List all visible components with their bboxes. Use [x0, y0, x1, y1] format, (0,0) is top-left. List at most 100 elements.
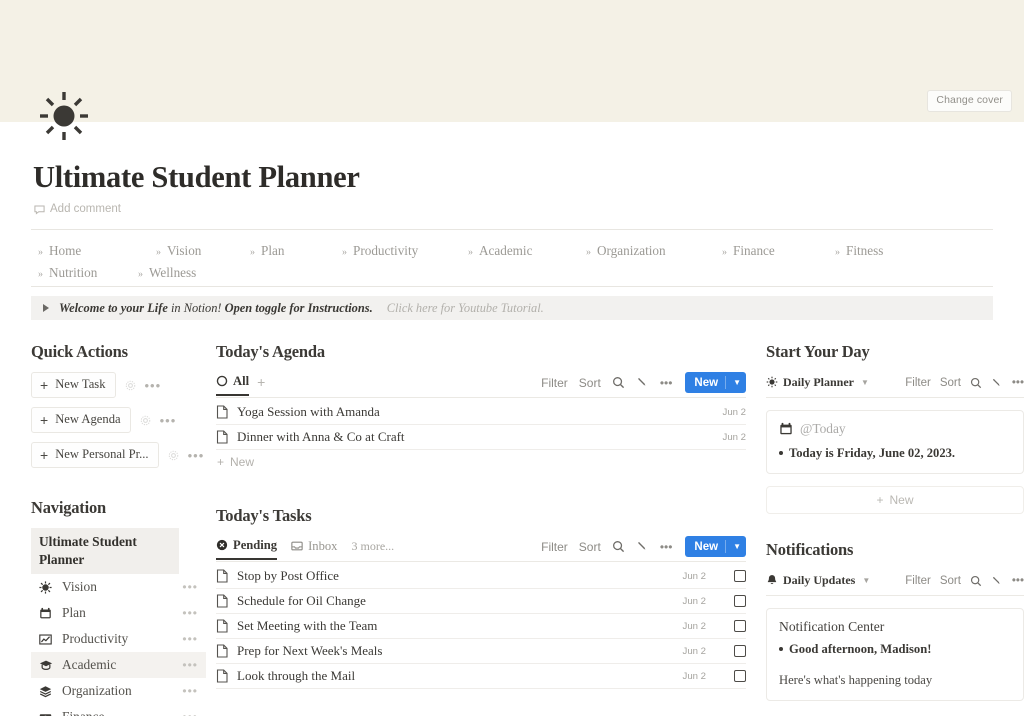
- sort-button[interactable]: Sort: [940, 377, 961, 389]
- instructions-callout[interactable]: Welcome to your Life in Notion! Open tog…: [31, 296, 993, 320]
- search-icon[interactable]: [970, 575, 982, 587]
- notification-greeting-line: Good afternoon, Madison!: [779, 642, 1011, 657]
- search-icon[interactable]: [612, 376, 625, 389]
- filter-button[interactable]: Filter: [541, 376, 568, 390]
- row-checkbox[interactable]: [734, 620, 746, 632]
- chevron-down-icon[interactable]: ▼: [733, 542, 741, 551]
- automation-icon[interactable]: [991, 575, 1003, 587]
- nav-link-plan[interactable]: » Plan: [236, 240, 328, 262]
- nav-link-label: Vision: [167, 243, 202, 258]
- page-title[interactable]: Ultimate Student Planner: [33, 160, 360, 195]
- add-view-icon[interactable]: +: [257, 374, 265, 395]
- nav-link-fitness[interactable]: » Fitness: [821, 240, 921, 262]
- chevron-down-icon[interactable]: ▼: [733, 378, 741, 387]
- filter-button[interactable]: Filter: [905, 377, 931, 389]
- sidebar-item-productivity[interactable]: Productivity •••: [31, 626, 206, 652]
- add-comment-button[interactable]: Add comment: [34, 203, 121, 215]
- add-comment-label: Add comment: [50, 203, 121, 215]
- automation-icon[interactable]: [636, 540, 649, 553]
- chevron-down-icon[interactable]: ▼: [861, 378, 869, 387]
- navigation-title: Navigation: [31, 498, 107, 517]
- nav-link-wellness[interactable]: » Wellness: [124, 262, 224, 284]
- more-options-icon[interactable]: •••: [182, 710, 198, 716]
- row-name: Yoga Session with Amanda: [237, 404, 380, 419]
- more-options-icon[interactable]: •••: [660, 376, 673, 390]
- start-your-day-title: Start Your Day: [766, 342, 870, 361]
- new-agenda-button[interactable]: + New Agenda: [31, 407, 131, 433]
- more-options-icon[interactable]: •••: [182, 580, 198, 594]
- sidebar-item-plan[interactable]: Plan •••: [31, 600, 206, 626]
- new-agenda-entry-button[interactable]: New ▼: [685, 372, 746, 393]
- more-options-icon[interactable]: •••: [182, 606, 198, 620]
- row-checkbox[interactable]: [734, 670, 746, 682]
- more-views-button[interactable]: 3 more...: [351, 539, 394, 559]
- table-row[interactable]: Schedule for Oil Change Jun 2: [216, 589, 746, 614]
- new-personal-project-button[interactable]: + New Personal Pr...: [31, 442, 159, 468]
- agenda-title: Today's Agenda: [216, 342, 325, 361]
- nav-link-academic[interactable]: » Academic: [454, 240, 572, 262]
- change-cover-button[interactable]: Change cover: [927, 90, 1012, 112]
- callout-bold-1: Welcome to your Life: [59, 300, 168, 315]
- sort-button[interactable]: Sort: [579, 540, 601, 554]
- table-row[interactable]: Yoga Session with Amanda Jun 2: [216, 400, 746, 425]
- youtube-tutorial-link[interactable]: Click here for Youtube Tutorial.: [387, 301, 544, 316]
- more-options-icon[interactable]: •••: [160, 414, 177, 427]
- sun-icon[interactable]: [36, 88, 92, 144]
- sort-button[interactable]: Sort: [579, 376, 601, 390]
- sidebar-item-finance[interactable]: Finance •••: [31, 704, 206, 716]
- gear-icon[interactable]: [140, 415, 151, 426]
- table-row[interactable]: Set Meeting with the Team Jun 2: [216, 614, 746, 639]
- more-options-icon[interactable]: •••: [182, 684, 198, 698]
- table-row[interactable]: Prep for Next Week's Meals Jun 2: [216, 639, 746, 664]
- today-card-line: Today is Friday, June 02, 2023.: [779, 446, 1011, 461]
- gear-icon[interactable]: [168, 450, 179, 461]
- table-row[interactable]: Look through the Mail Jun 2: [216, 664, 746, 689]
- filter-button[interactable]: Filter: [905, 575, 931, 587]
- daily-planner-new-button[interactable]: + New: [766, 486, 1024, 514]
- inbox-icon: [291, 540, 303, 552]
- nav-link-productivity[interactable]: » Productivity: [328, 240, 454, 262]
- sidebar-item-current-page[interactable]: Ultimate Student Planner: [31, 528, 179, 575]
- nav-link-organization[interactable]: » Organization: [572, 240, 708, 262]
- search-icon[interactable]: [970, 377, 982, 389]
- new-task-entry-button[interactable]: New ▼: [685, 536, 746, 557]
- sort-button[interactable]: Sort: [940, 575, 961, 587]
- sidebar-item-academic[interactable]: Academic •••: [31, 652, 206, 679]
- row-checkbox[interactable]: [734, 645, 746, 657]
- row-checkbox[interactable]: [734, 570, 746, 582]
- sidebar-item-organization[interactable]: Organization •••: [31, 678, 206, 704]
- tab-all[interactable]: All: [216, 374, 250, 396]
- more-options-icon[interactable]: •••: [188, 449, 205, 462]
- table-row[interactable]: Dinner with Anna & Co at Craft Jun 2: [216, 425, 746, 450]
- notification-center-card[interactable]: Notification Center Good afternoon, Madi…: [766, 608, 1024, 701]
- more-options-icon[interactable]: •••: [182, 632, 198, 646]
- search-icon[interactable]: [612, 540, 625, 553]
- new-task-button[interactable]: + New Task: [31, 372, 116, 398]
- view-daily-updates[interactable]: Daily Updates ▼: [766, 573, 870, 593]
- table-row[interactable]: Stop by Post Office Jun 2: [216, 564, 746, 589]
- more-options-icon[interactable]: •••: [182, 658, 198, 672]
- tab-pending[interactable]: Pending: [216, 538, 278, 560]
- new-button-label: New: [694, 376, 719, 389]
- gear-icon[interactable]: [125, 380, 136, 391]
- tab-inbox[interactable]: Inbox: [291, 539, 337, 559]
- today-card[interactable]: @Today Today is Friday, June 02, 2023.: [766, 410, 1024, 474]
- row-checkbox[interactable]: [734, 595, 746, 607]
- nav-link-nutrition[interactable]: » Nutrition: [24, 262, 124, 284]
- agenda-new-row-button[interactable]: + New: [216, 450, 746, 474]
- nav-link-vision[interactable]: » Vision: [142, 240, 236, 262]
- sidebar-item-vision[interactable]: Vision •••: [31, 574, 206, 600]
- more-options-icon[interactable]: •••: [1012, 575, 1024, 587]
- nav-link-home[interactable]: » Home: [24, 240, 142, 262]
- view-daily-planner[interactable]: Daily Planner ▼: [766, 375, 869, 395]
- filter-button[interactable]: Filter: [541, 540, 568, 554]
- more-options-icon[interactable]: •••: [1012, 377, 1024, 389]
- double-chevron-icon: »: [468, 247, 473, 258]
- automation-icon[interactable]: [636, 376, 649, 389]
- more-options-icon[interactable]: •••: [145, 379, 162, 392]
- chevron-down-icon[interactable]: ▼: [862, 576, 870, 585]
- nav-link-finance[interactable]: » Finance: [708, 240, 821, 262]
- toggle-triangle-icon[interactable]: [43, 304, 49, 312]
- more-options-icon[interactable]: •••: [660, 540, 673, 554]
- automation-icon[interactable]: [991, 377, 1003, 389]
